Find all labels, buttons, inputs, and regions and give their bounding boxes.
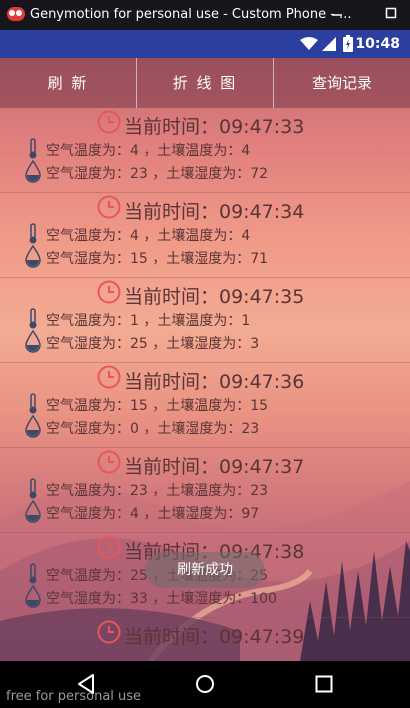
clock-icon bbox=[97, 280, 121, 304]
water-drop-icon bbox=[25, 330, 41, 353]
thermometer-icon bbox=[29, 393, 37, 414]
record-time: 当前时间：09:47:37 bbox=[124, 456, 305, 478]
clock-icon bbox=[97, 620, 121, 644]
water-drop-icon bbox=[25, 415, 41, 438]
list-item: 当前时间：09:47:36 空气温度为：15 ，土壤温度为：15 空气湿度为：0… bbox=[0, 363, 410, 448]
wifi-icon bbox=[300, 37, 318, 50]
personal-use-watermark: free for personal use bbox=[6, 689, 142, 704]
water-drop-icon bbox=[25, 160, 41, 183]
status-bar: 10:48 bbox=[0, 30, 410, 58]
genymotion-logo-icon bbox=[7, 7, 25, 21]
list-item: 当前时间：09:47:37 空气温度为：23 ，土壤温度为：23 空气湿度为：4… bbox=[0, 448, 410, 533]
humidity-text: 空气湿度为：15 ，土壤湿度为：71 bbox=[46, 251, 269, 267]
temperature-text: 空气温度为：1 ，土壤温度为：1 bbox=[46, 313, 251, 329]
temperature-text: 空气温度为：15 ，土壤温度为：15 bbox=[46, 398, 269, 414]
window-title: Genymotion for personal use - Custom Pho… bbox=[30, 7, 352, 22]
home-icon[interactable] bbox=[195, 673, 215, 695]
refresh-button[interactable]: 刷 新 bbox=[0, 58, 137, 108]
temperature-text: 空气温度为：23 ，土壤温度为：23 bbox=[46, 483, 269, 499]
minimize-button[interactable] bbox=[326, 4, 348, 26]
humidity-text: 空气湿度为：4 ，土壤湿度为：97 bbox=[46, 506, 260, 522]
toast-message: 刷新成功 bbox=[145, 552, 265, 588]
list-item: 当前时间：09:47:35 空气温度为：1 ，土壤温度为：1 空气湿度为：25 … bbox=[0, 278, 410, 363]
thermometer-icon bbox=[29, 563, 37, 584]
minimize-icon bbox=[332, 14, 342, 16]
maximize-button[interactable] bbox=[380, 4, 402, 26]
humidity-text: 空气湿度为：0 ，土壤湿度为：23 bbox=[46, 421, 260, 437]
temperature-text: 空气温度为：4 ，土壤温度为：4 bbox=[46, 143, 251, 159]
status-time: 10:48 bbox=[355, 36, 400, 52]
water-drop-icon bbox=[25, 585, 41, 608]
list-item: 当前时间：09:47:39 bbox=[0, 618, 410, 661]
maximize-icon bbox=[385, 7, 397, 19]
clock-icon bbox=[97, 110, 121, 134]
history-button[interactable]: 查询记录 bbox=[274, 58, 410, 108]
list-item: 当前时间：09:47:34 空气温度为：4 ，土壤温度为：4 空气湿度为：15 … bbox=[0, 193, 410, 278]
thermometer-icon bbox=[29, 138, 37, 159]
window-titlebar: Genymotion for personal use - Custom Pho… bbox=[0, 0, 410, 30]
line-chart-button[interactable]: 折 线 图 bbox=[137, 58, 274, 108]
water-drop-icon bbox=[25, 500, 41, 523]
clock-icon bbox=[97, 535, 121, 559]
thermometer-icon bbox=[29, 223, 37, 244]
thermometer-icon bbox=[29, 478, 37, 499]
record-time: 当前时间：09:47:36 bbox=[124, 371, 305, 393]
recent-apps-icon[interactable] bbox=[314, 673, 334, 695]
humidity-text: 空气湿度为：23 ，土壤湿度为：72 bbox=[46, 166, 269, 182]
record-time: 当前时间：09:47:33 bbox=[124, 116, 305, 138]
record-time: 当前时间：09:47:35 bbox=[124, 286, 305, 308]
humidity-text: 空气湿度为：25 ，土壤湿度为：3 bbox=[46, 336, 260, 352]
battery-icon bbox=[343, 35, 353, 52]
thermometer-icon bbox=[29, 308, 37, 329]
clock-icon bbox=[97, 195, 121, 219]
temperature-text: 空气温度为：4 ，土壤温度为：4 bbox=[46, 228, 251, 244]
humidity-text: 空气湿度为：33 ，土壤湿度为：100 bbox=[46, 591, 277, 607]
clock-icon bbox=[97, 450, 121, 474]
signal-icon bbox=[322, 37, 336, 51]
water-drop-icon bbox=[25, 245, 41, 268]
clock-icon bbox=[97, 365, 121, 389]
list-item: 当前时间：09:47:33 空气温度为：4 ，土壤温度为：4 空气湿度为：23 … bbox=[0, 108, 410, 193]
record-time: 当前时间：09:47:34 bbox=[124, 201, 305, 223]
app-screen: 刷 新 折 线 图 查询记录 当前时间：09:47:33 空气温度为：4 ，土壤… bbox=[0, 58, 410, 661]
record-time: 当前时间：09:47:39 bbox=[124, 626, 305, 648]
toolbar: 刷 新 折 线 图 查询记录 bbox=[0, 58, 410, 108]
